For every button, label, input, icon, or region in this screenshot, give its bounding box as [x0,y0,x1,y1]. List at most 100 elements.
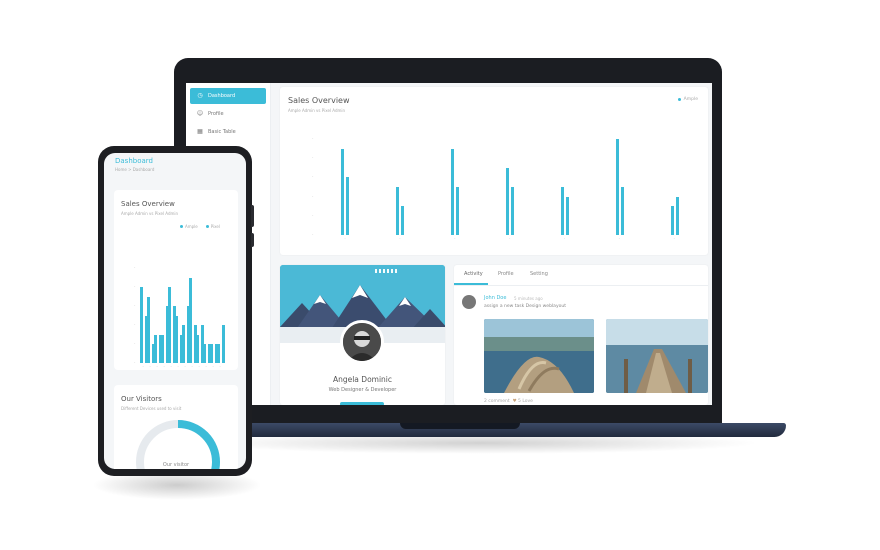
y-tick-mark: - [312,136,314,140]
x-tick-mark: - [149,364,151,368]
bar-ample-10 [202,344,206,363]
sidebar-item-label: Profile [208,111,224,117]
bar-ample-5 [560,187,564,235]
legend-label: Pixel [210,224,221,229]
tab-setting[interactable]: Setting [530,271,548,277]
phone-breadcrumb[interactable]: Home > Dashboard [115,167,154,172]
x-tick-mark: - [673,236,675,240]
bar-ample-2 [396,187,400,235]
sidebar-item-label: Basic Table [208,129,236,135]
chart-legend: Ample [677,97,698,102]
card-subtitle: Different Devices used to visit [121,406,182,411]
bar-pixel-2 [401,206,405,235]
post-username[interactable]: John Doe [484,295,506,301]
phone-page-title: Dashboard [115,157,153,165]
love-count[interactable]: 5 Love [518,399,533,404]
bar-ample-2 [146,296,150,363]
bar-pixel-6 [620,187,624,235]
legend-dot-icon [205,225,209,228]
x-tick-mark: - [618,236,620,240]
sidebar-item-dashboard[interactable]: ◷ Dashboard [190,88,266,104]
donut-center-label: Our visitor [162,462,190,468]
legend-label: Ample [185,224,198,229]
y-tick-mark: - [312,155,314,160]
tab-bar: Activity Profile Setting [454,265,708,286]
sidebar-item-label: Dashboard [208,93,236,99]
y-tick-mark: - [134,360,136,364]
profile-card: Angela Dominic Web Designer & Developer [280,265,445,405]
bar-ample-3 [153,334,157,363]
x-tick-mark: - [170,364,172,368]
legend-dot-icon [677,98,681,101]
bar-ample-12 [216,344,220,363]
card-subtitle: Ample Admin vs Pixel Admin [288,108,346,113]
visitors-donut-chart [136,420,220,469]
x-tick-mark: - [191,364,193,368]
tab-profile[interactable]: Profile [498,271,514,277]
bar-ample-4 [160,334,164,363]
bar-ample-4 [506,167,509,235]
bar-ample-11 [209,344,213,363]
bar-pixel-5 [565,196,569,235]
x-tick-mark: - [563,236,566,240]
bar-pixel-1 [346,177,350,235]
person-icon [343,323,381,361]
sidebar-item-basic-table[interactable]: ▦ Basic Table [190,124,266,140]
y-tick-mark: - [134,341,136,345]
card-title: Sales Overview [121,200,175,208]
heart-icon[interactable]: ♥ [513,399,517,404]
bar-ample-8 [188,277,192,363]
y-tick-mark: - [312,232,314,236]
bar-ample-6 [174,315,178,363]
pier-photo-image [606,319,708,393]
post-photo-pier[interactable] [606,319,708,393]
x-tick-mark: - [184,364,186,368]
post-meta: 2 comment ♥ 5 Love [484,399,533,404]
x-tick-mark: - [509,236,511,240]
tab-activity[interactable]: Activity [464,271,483,277]
bar-pixel-3 [456,187,460,235]
table-icon: ▦ [197,128,203,135]
x-tick-mark: - [344,236,346,240]
profile-action-button[interactable] [340,402,384,405]
bar-pixel-12 [221,325,225,363]
x-tick-mark: - [219,364,221,368]
y-tick-mark: - [312,212,314,217]
y-tick-mark: - [134,303,136,307]
post-avatar[interactable] [462,295,476,309]
y-tick-mark: - [312,193,314,198]
chart-legend: Ample Pixel [180,224,220,229]
post-time: 5 minutes ago [514,296,543,301]
phone-screen: Dashboard Home > Dashboard Sales Overvie… [104,153,246,469]
x-tick-mark: - [163,364,165,368]
dashboard-icon: ◷ [197,92,203,99]
comment-count[interactable]: 2 comment [484,399,510,404]
phone-visitors-card: Our Visitors Different Devices used to v… [114,385,238,469]
post-photo-rope[interactable] [484,319,594,393]
activity-card: Activity Profile Setting John Doe 5 minu… [454,265,708,405]
profile-avatar[interactable] [340,320,384,364]
laptop-notch [400,423,520,429]
y-tick-mark: - [134,265,136,269]
bar-ample-7 [181,325,185,363]
y-tick-mark: - [134,322,136,326]
y-tick-mark: - [312,174,314,179]
bar-ample-7 [670,206,674,235]
x-tick-mark: - [399,236,401,240]
x-tick-mark: - [142,364,144,368]
laptop-screen: ◷ Dashboard ☺ Profile ▦ Basic Table Sale… [186,83,712,405]
bar-ample-1 [341,148,345,235]
legend-label: Ample [683,97,698,102]
post-text: assign a new task Design weblayout [484,304,566,309]
y-tick-mark: - [134,284,136,288]
bar-ample-3 [451,148,455,235]
sidebar-item-profile[interactable]: ☺ Profile [190,106,266,122]
x-tick-mark: - [454,236,456,240]
profile-name: Angela Dominic [332,375,393,384]
x-tick-mark: - [177,364,179,368]
x-tick-mark: - [156,364,158,368]
bar-ample-1 [139,287,143,363]
bar-ample-9 [195,334,199,363]
bar-ample-5 [167,287,171,363]
card-subtitle: Ample Admin vs Pixel Admin [121,211,179,216]
